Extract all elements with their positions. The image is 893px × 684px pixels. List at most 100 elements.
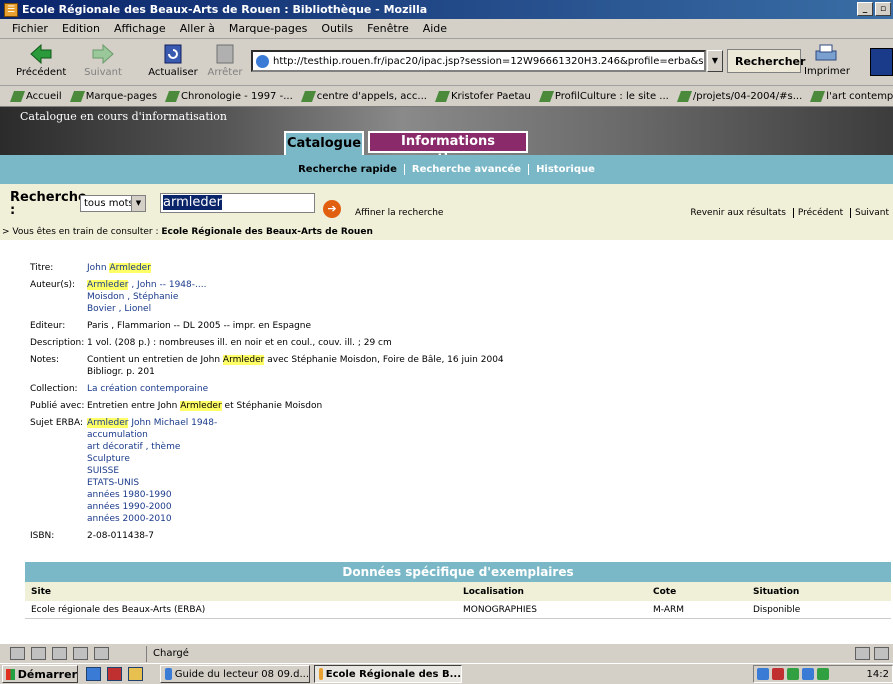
reload-icon [164, 44, 182, 64]
menu-outils[interactable]: Outils [321, 22, 353, 35]
refine-search-link[interactable]: Affiner la recherche [355, 208, 443, 218]
chat-icon[interactable] [94, 647, 109, 660]
printer-icon [815, 44, 837, 61]
record-subjects-row: Sujet ERBA: Armleder John Michael 1948- … [30, 417, 218, 525]
forward-button[interactable]: Suivant [78, 43, 128, 78]
composer-icon[interactable] [52, 647, 67, 660]
author-link[interactable]: Moisdon , Stéphanie [87, 291, 206, 303]
subject-link[interactable]: accumulation [87, 429, 217, 441]
holdings-title: Données spécifique d'exemplaires [25, 562, 891, 582]
url-input[interactable]: http://testhip.rouen.fr/ipac20/ipac.jsp?… [251, 50, 706, 72]
bookmark-icon [434, 91, 450, 102]
bookmark-art-contemporain[interactable]: l'art contemporain et... [810, 91, 893, 102]
menu-fenetre[interactable]: Fenêtre [367, 22, 409, 35]
stop-button[interactable]: Arrêter [204, 43, 246, 78]
menu-fichier[interactable]: Fichier [12, 22, 48, 35]
subnav-historique[interactable]: Historique [528, 164, 602, 175]
tray-icon[interactable] [787, 668, 799, 680]
quick-launch [86, 667, 160, 681]
record-published-with-row: Publié avec: Entretien entre John Armled… [30, 401, 323, 411]
mozilla-logo-icon [870, 48, 893, 76]
bookmark-profilculture[interactable]: ProfilCulture : le site ... [538, 91, 669, 102]
breadcrumb: > Vous êtes en train de consulter : Ecol… [2, 227, 373, 237]
subnav-recherche-rapide[interactable]: Recherche rapide [291, 164, 404, 175]
author-link[interactable]: Armleder , John -- 1948-.... [87, 279, 206, 291]
record-title-link[interactable]: John Armleder [87, 262, 151, 274]
bookmark-chronologie[interactable]: Chronologie - 1997 -... [165, 91, 293, 102]
status-bar: Chargé [0, 643, 893, 663]
record-title-row: Titre: John Armleder [30, 262, 151, 274]
menu-marque-pages[interactable]: Marque-pages [229, 22, 307, 35]
search-button[interactable]: Rechercher [727, 49, 805, 73]
collection-link[interactable]: La création contemporaine [87, 383, 208, 395]
minimize-button[interactable]: _ [857, 2, 873, 16]
security-icon [874, 647, 889, 660]
browser-icon[interactable] [86, 667, 101, 681]
folder-icon[interactable] [128, 667, 143, 681]
forward-arrow-icon [92, 43, 114, 65]
search-label: Recherche : [10, 190, 87, 218]
tray-icon[interactable] [757, 668, 769, 680]
menu-edition[interactable]: Edition [62, 22, 100, 35]
subject-link[interactable]: art décoratif , thème [87, 441, 217, 453]
subject-link[interactable]: Armleder John Michael 1948- [87, 417, 217, 429]
back-arrow-icon [30, 43, 52, 65]
record-authors-row: Auteur(s): Armleder , John -- 1948-.... … [30, 279, 207, 315]
print-button[interactable]: Imprimer [804, 43, 850, 77]
go-arrow-button[interactable]: ➔ [323, 200, 341, 218]
reload-button[interactable]: Actualiser [146, 43, 200, 78]
window-titlebar: ☰ Ecole Régionale des Beaux-Arts de Roue… [0, 0, 893, 19]
bookmark-marque-pages[interactable]: Marque-pages [69, 91, 157, 102]
holdings-header-row: Site Localisation Cote Situation [25, 582, 891, 601]
tray-icon[interactable] [802, 668, 814, 680]
bookmark-accueil[interactable]: Accueil [9, 91, 62, 102]
back-to-results-link[interactable]: Revenir aux résultats [686, 208, 790, 218]
bookmark-icon [300, 91, 316, 102]
navigator-icon[interactable] [10, 647, 25, 660]
window-title: Ecole Régionale des Beaux-Arts de Rouen … [22, 3, 428, 16]
subnav-recherche-avancee[interactable]: Recherche avancée [403, 164, 528, 175]
subject-link[interactable]: années 1990-2000 [87, 501, 217, 513]
menu-aide[interactable]: Aide [423, 22, 447, 35]
tray-icon[interactable] [772, 668, 784, 680]
mail-icon[interactable] [31, 647, 46, 660]
menu-aller[interactable]: Aller à [180, 22, 215, 35]
chevron-down-icon: ▼ [131, 196, 145, 211]
subject-link[interactable]: Sculpture [87, 453, 217, 465]
url-dropdown-icon[interactable]: ▼ [707, 50, 723, 72]
start-button[interactable]: Démarrer [2, 665, 78, 683]
subject-link[interactable]: années 1980-1990 [87, 489, 217, 501]
maximize-button[interactable]: ▫ [875, 2, 891, 16]
page-content: Catalogue en cours d'informatisation Cat… [0, 107, 893, 643]
record-isbn-row: ISBN: 2-08-011438-7 [30, 531, 155, 541]
next-link[interactable]: Suivant [850, 208, 893, 218]
taskbar-item-guide[interactable]: Guide du lecteur 08 09.d... [160, 665, 310, 683]
stop-icon [216, 44, 234, 64]
taskbar-item-mozilla[interactable]: Ecole Régionale des B... [314, 665, 462, 683]
menu-affichage[interactable]: Affichage [114, 22, 166, 35]
connection-icon [855, 647, 870, 660]
bookmark-projets[interactable]: /projets/04-2004/#s... [676, 91, 802, 102]
tab-informations-pratiques[interactable]: Informations pratiques [368, 131, 528, 167]
windows-logo-icon [6, 668, 15, 680]
bookmark-kristofer[interactable]: Kristofer Paetau [434, 91, 531, 102]
back-button[interactable]: Précédent [16, 43, 66, 78]
subject-link[interactable]: années 2000-2010 [87, 513, 217, 525]
bookmark-centre-appels[interactable]: centre d'appels, acc... [300, 91, 427, 102]
tab-catalogue[interactable]: Catalogue [284, 131, 364, 155]
subject-link[interactable]: ETATS-UNIS [87, 477, 217, 489]
site-banner: Catalogue en cours d'informatisation Cat… [0, 107, 893, 167]
record-publisher-row: Editeur: Paris , Flammarion -- DL 2005 -… [30, 321, 312, 331]
subject-link[interactable]: SUISSE [87, 465, 217, 477]
address-book-icon[interactable] [73, 647, 88, 660]
search-mode-select[interactable]: tous mots ▼ [80, 195, 146, 212]
table-row: Ecole régionale des Beaux-Arts (ERBA) MO… [25, 601, 891, 619]
tray-icon[interactable] [817, 668, 829, 680]
previous-link[interactable]: Précédent [792, 208, 848, 218]
app-icon[interactable] [107, 667, 122, 681]
author-link[interactable]: Bovier , Lionel [87, 303, 206, 315]
system-tray: 14:2 [753, 665, 893, 683]
site-icon [256, 55, 269, 68]
mozilla-icon [319, 668, 323, 680]
search-input[interactable]: armleder [160, 193, 315, 213]
